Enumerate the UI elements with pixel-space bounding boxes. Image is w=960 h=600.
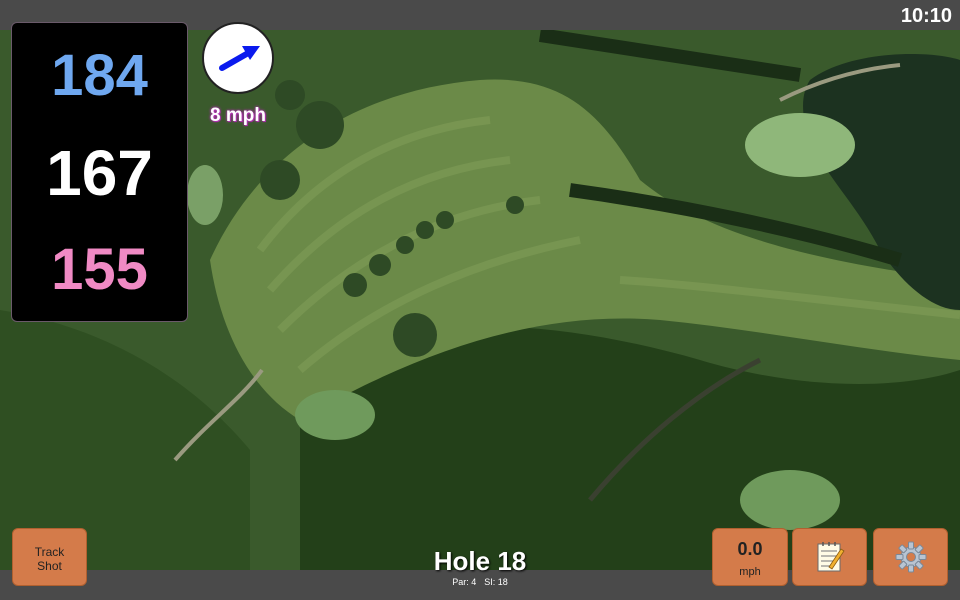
gear-icon xyxy=(895,541,926,573)
wind-arrow-icon xyxy=(219,46,260,71)
hole-par: Par: 4 xyxy=(452,577,477,587)
hole-stroke-index: SI: 18 xyxy=(484,577,508,587)
wind-speed-label: 8 mph xyxy=(210,105,266,126)
hole-info: Par: 4 SI: 18 xyxy=(380,577,580,587)
speed-button[interactable]: 0.0 mph xyxy=(712,528,788,586)
track-shot-label-line1: Track xyxy=(34,545,65,559)
wind-indicator xyxy=(202,22,274,94)
middle-distance: 167 xyxy=(46,137,153,209)
settings-button[interactable] xyxy=(873,528,948,586)
track-shot-button[interactable]: Track Shot xyxy=(12,528,87,586)
speed-value: 0.0 xyxy=(737,539,763,559)
back-distance: 184 xyxy=(51,43,148,108)
hole-title: Hole 18 xyxy=(433,546,527,576)
speed-unit: mph xyxy=(739,566,761,578)
front-distance: 155 xyxy=(51,237,148,302)
clock: 10:10 xyxy=(900,5,952,27)
notepad-icon xyxy=(817,542,845,572)
notes-button[interactable] xyxy=(792,528,867,586)
track-shot-label-line2: Shot xyxy=(37,559,62,573)
yardage-panel: 184 167 155 xyxy=(11,22,188,322)
